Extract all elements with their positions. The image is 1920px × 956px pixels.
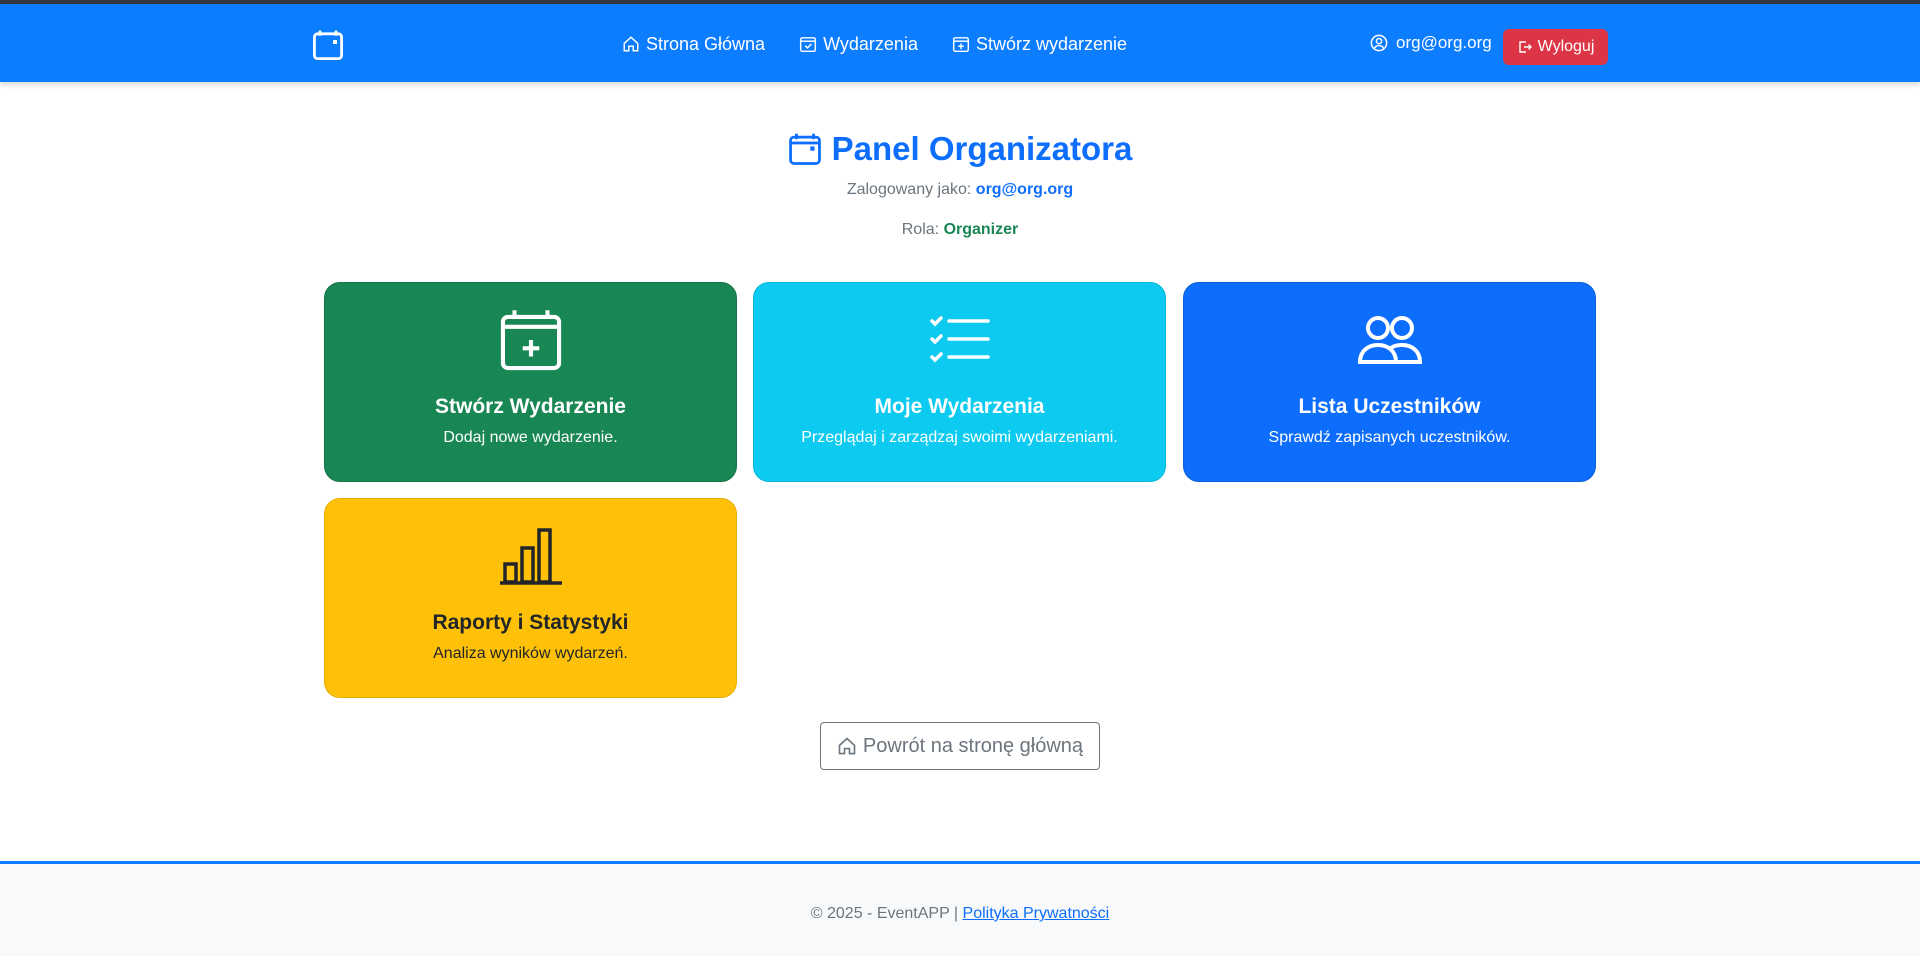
people-icon <box>1357 316 1422 364</box>
logged-as-value: org@org.org <box>975 181 1074 198</box>
nav-links: Strona Główna Wydarzenia Stwórz wydarzen… <box>622 30 1127 58</box>
card-create-event[interactable]: Stwórz Wydarzenie Dodaj nowe wydarzenie. <box>324 282 737 482</box>
calendar-plus-icon <box>952 37 970 53</box>
nav-link-create-event[interactable]: Stwórz wydarzenie <box>952 30 1127 58</box>
card-participants[interactable]: Lista Uczestników Sprawdź zapisanych ucz… <box>1183 282 1596 482</box>
nav-link-label: Wydarzenia <box>823 34 918 54</box>
logout-label: Wyloguj <box>1537 38 1595 55</box>
logged-as-label: Zalogowany jako: <box>846 181 972 198</box>
house-icon <box>838 737 856 755</box>
calendar-icon[interactable] <box>312 29 344 61</box>
role-label: Rola: <box>901 221 940 238</box>
logout-button[interactable]: Wyloguj <box>1503 29 1608 65</box>
logout-icon <box>1518 41 1532 53</box>
house-icon <box>623 36 639 52</box>
card-my-events[interactable]: Moje Wydarzenia Przeglądaj i zarządzaj s… <box>753 282 1166 482</box>
calendar-check-icon <box>800 37 817 53</box>
nav-link-label: Strona Główna <box>646 34 766 54</box>
nav-link-label: Stwórz wydarzenie <box>975 34 1128 54</box>
privacy-policy-link[interactable]: Polityka Prywatności <box>963 905 1110 922</box>
card-desc: Przeglądaj i zarządzaj swoimi wydarzenia… <box>801 429 1118 446</box>
card-title: Moje Wydarzenia <box>874 395 1045 418</box>
calendar-plus-icon <box>500 310 561 371</box>
card-title: Stwórz Wydarzenie <box>435 395 626 418</box>
page-title: Panel Organizatora <box>0 130 1920 168</box>
copyright-text: © 2025 - EventAPP | <box>810 905 959 922</box>
page-title-text: Panel Organizatora <box>831 130 1133 167</box>
calendar-icon <box>788 133 821 165</box>
bar-chart-icon <box>499 528 562 585</box>
logged-as-line: Zalogowany jako: org@org.org <box>0 181 1920 199</box>
card-desc: Sprawdź zapisanych uczestników. <box>1268 429 1511 446</box>
back-home-label: Powrót na stronę główną <box>862 734 1084 757</box>
card-title: Lista Uczestników <box>1298 395 1481 418</box>
card-desc: Dodaj nowe wydarzenie. <box>443 429 618 446</box>
role-line: Rola: Organizer <box>0 221 1920 239</box>
role-value: Organizer <box>943 221 1019 238</box>
card-reports[interactable]: Raporty i Statystyki Analiza wyników wyd… <box>324 498 737 698</box>
nav-link-home[interactable]: Strona Główna <box>622 30 765 58</box>
nav-link-events[interactable]: Wydarzenia <box>799 30 918 58</box>
user-info: org@org.org <box>1370 33 1492 53</box>
card-title: Raporty i Statystyki <box>432 611 629 634</box>
user-email: org@org.org <box>1396 33 1492 52</box>
footer-text: © 2025 - EventAPP | Polityka Prywatności <box>0 905 1920 923</box>
list-check-icon <box>929 316 990 363</box>
footer: © 2025 - EventAPP | Polityka Prywatności <box>0 861 1920 956</box>
person-circle-icon <box>1370 34 1388 52</box>
card-desc: Analiza wyników wydarzeń. <box>433 645 628 662</box>
back-home-button[interactable]: Powrót na stronę główną <box>820 722 1100 770</box>
navbar: Strona Główna Wydarzenia Stwórz wydarzen… <box>0 4 1920 82</box>
